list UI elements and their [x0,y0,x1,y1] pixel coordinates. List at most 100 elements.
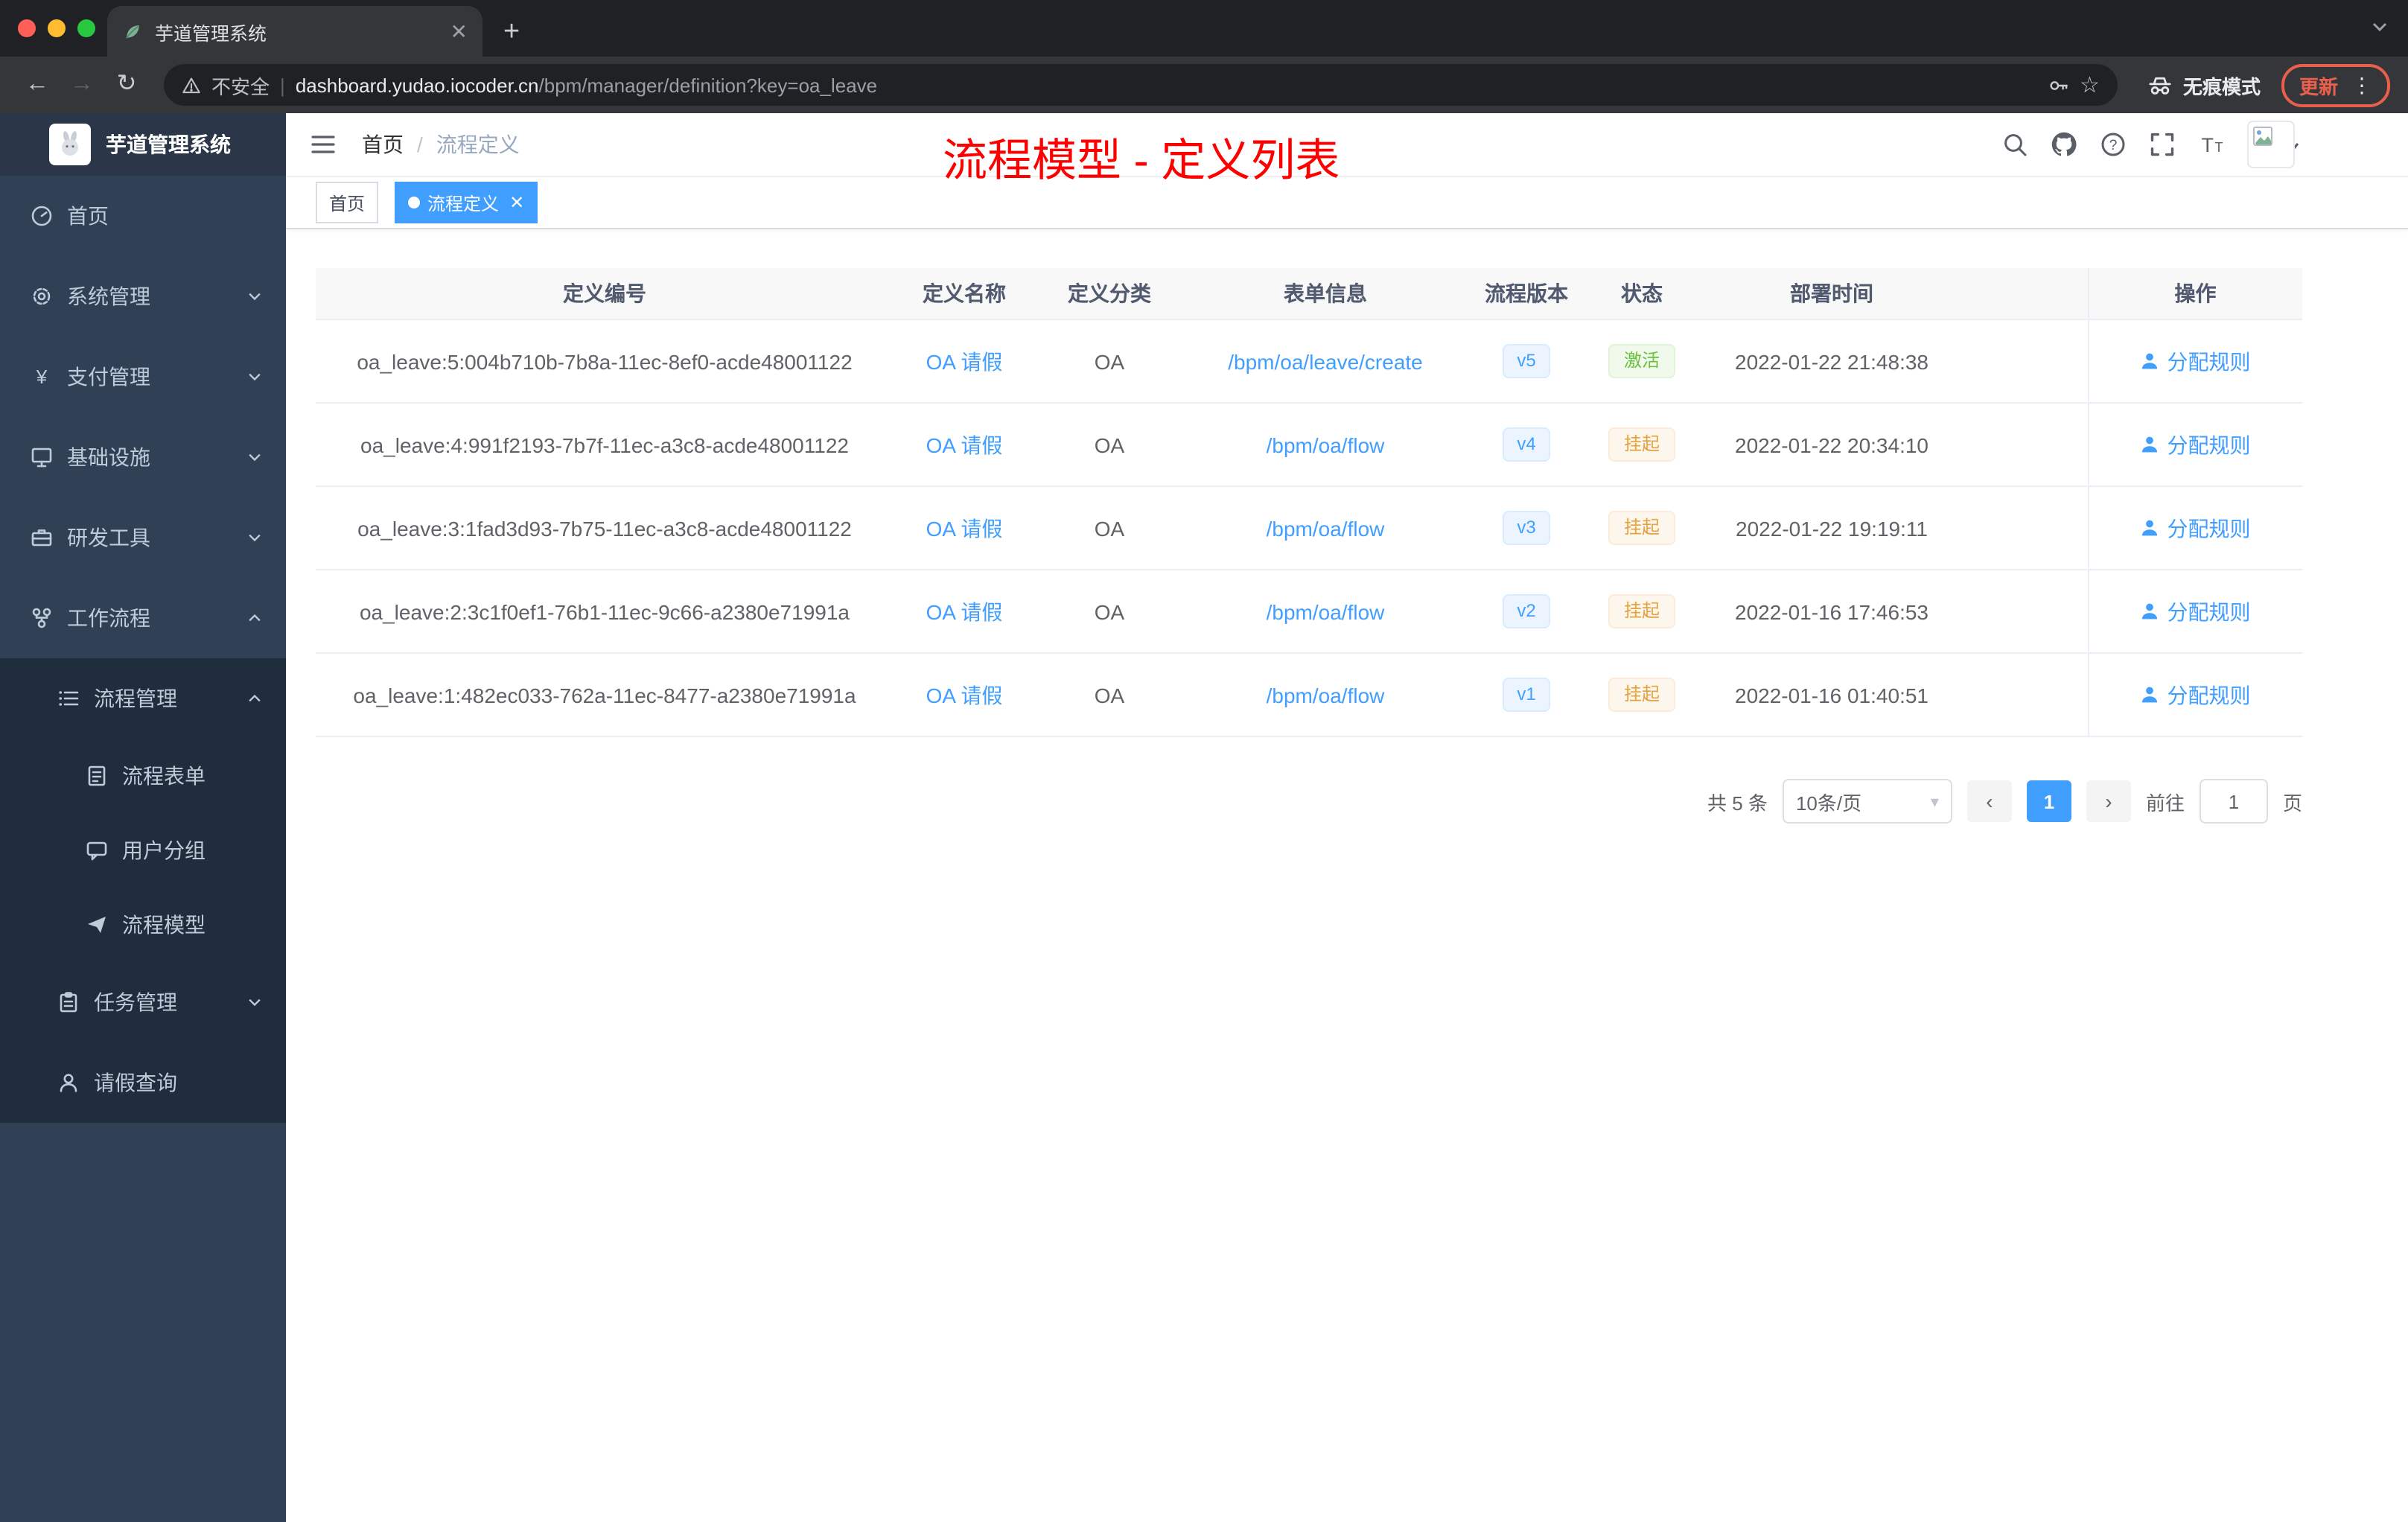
toolbox-icon [31,529,52,547]
version-tag: v2 [1502,594,1551,628]
tag-home[interactable]: 首页 [316,182,379,223]
reload-button[interactable]: ↻ [107,72,146,97]
password-key-icon[interactable] [2047,74,2069,96]
paper-plane-icon [88,917,106,933]
definition-name-link[interactable]: OA 请假 [926,516,1003,540]
next-page-button[interactable]: › [2086,780,2131,822]
total-count: 共 5 条 [1707,792,1768,814]
table-row: oa_leave:5:004b710b-7b8a-11ec-8ef0-acde4… [316,319,2302,404]
page-size-select[interactable]: 10条/页 ▾ [1782,779,1952,824]
assign-rule-button[interactable]: 分配规则 [2141,680,2251,710]
not-secure-icon [182,77,200,93]
sidebar-item-label: 任务管理 [94,990,177,1014]
sidebar: 芋道管理系统 首页 系统管理 ¥ 支付管理 基础设施 研发工具 工作流程 流程管… [0,113,286,1522]
user-avatar[interactable] [2247,121,2295,168]
goto-page-input[interactable] [2199,779,2268,824]
favicon-icon [126,25,139,39]
incognito-icon [2149,76,2171,94]
sidebar-item-process-form[interactable]: 流程表单 [0,739,286,813]
document-icon [88,765,106,786]
github-icon[interactable] [2051,131,2077,158]
cell-deploy-time: 2022-01-22 20:34:10 [1698,403,1966,487]
sidebar-item-workflow[interactable]: 工作流程 [0,578,286,658]
sidebar-item-dev-tools[interactable]: 研发工具 [0,497,286,578]
sidebar-item-payment[interactable]: ¥ 支付管理 [0,337,286,417]
search-icon[interactable] [2001,131,2028,158]
chevron-down-icon [249,453,261,462]
sidebar-logo[interactable]: 芋道管理系统 [0,113,286,176]
prev-page-button[interactable]: ‹ [1966,780,2012,822]
form-link[interactable]: /bpm/oa/flow [1267,683,1385,707]
col-form: 表单信息 [1184,268,1467,320]
rabbit-logo-icon [62,131,78,156]
main-area: 首页 / 流程定义 ? T T 首页 流程定义 ✕ 定义编号 定义名称 定义分类… [286,113,2408,1522]
sidebar-item-user-group[interactable]: 用户分组 [0,813,286,888]
forward-button[interactable]: → [63,72,101,97]
form-link[interactable]: /bpm/oa/flow [1267,433,1385,456]
window-controls [18,19,95,37]
tab-strip-chevron-icon[interactable] [2369,16,2390,37]
sidebar-item-label: 系统管理 [67,284,150,308]
update-browser-button[interactable]: 更新 ⋮ [2281,63,2390,106]
form-link[interactable]: /bpm/oa/flow [1267,599,1385,623]
sidebar-item-infrastructure[interactable]: 基础设施 [0,417,286,497]
font-size-icon[interactable]: T T [2198,131,2225,158]
sidebar-item-label: 用户分组 [122,838,206,862]
form-link[interactable]: /bpm/oa/flow [1267,516,1385,540]
tag-close-icon[interactable]: ✕ [509,192,524,213]
workflow-icon [32,608,51,628]
assign-rule-button[interactable]: 分配规则 [2141,346,2251,376]
bookmark-star-icon[interactable]: ☆ [2080,71,2100,98]
back-button[interactable]: ← [18,72,57,97]
breadcrumb-current: 流程定义 [436,133,520,156]
tab-close-icon[interactable]: ✕ [450,19,468,44]
definition-name-link[interactable]: OA 请假 [926,433,1003,456]
cell-category: OA [1035,570,1184,654]
sidebar-item-task-management[interactable]: 任务管理 [0,962,286,1042]
sidebar-item-home[interactable]: 首页 [0,176,286,256]
fullscreen-icon[interactable] [2149,131,2176,158]
cell-deploy-time: 2022-01-22 21:48:38 [1698,319,1966,404]
version-tag: v5 [1502,344,1551,378]
help-icon[interactable]: ? [2100,131,2127,158]
sidebar-item-process-model[interactable]: 流程模型 [0,888,286,962]
definition-name-link[interactable]: OA 请假 [926,599,1003,623]
sidebar-toggle-icon[interactable] [308,130,338,159]
sidebar-item-process-management[interactable]: 流程管理 [0,658,286,739]
version-tag: v1 [1502,678,1551,712]
form-link[interactable]: /bpm/oa/leave/create [1228,349,1423,373]
sidebar-item-label: 流程表单 [122,764,206,788]
security-label[interactable]: 不安全 [211,71,270,99]
definition-name-link[interactable]: OA 请假 [926,349,1003,373]
breadcrumb-home[interactable]: 首页 [362,130,404,159]
sidebar-item-label: 流程管理 [94,687,177,710]
new-tab-button[interactable]: + [503,18,520,46]
minimize-window-button[interactable] [48,19,66,37]
assign-rule-button[interactable]: 分配规则 [2141,430,2251,459]
cell-category: OA [1035,403,1184,487]
browser-menu-icon[interactable]: ⋮ [2351,72,2372,98]
col-filler [1966,268,2088,320]
table-row: oa_leave:1:482ec033-762a-11ec-8477-a2380… [316,653,2302,737]
clipboard-icon [60,992,77,1013]
sidebar-item-system[interactable]: 系统管理 [0,256,286,337]
table-header-row: 定义编号 定义名称 定义分类 表单信息 流程版本 状态 部署时间 操作 [316,268,2302,320]
sidebar-item-label: 请假查询 [94,1071,177,1095]
close-window-button[interactable] [18,19,36,37]
browser-tab[interactable]: 芋道管理系统 ✕ [107,6,482,57]
url-bar[interactable]: 不安全 | dashboard.yudao.iocoder.cn/bpm/man… [164,64,2118,106]
tag-label: 流程定义 [427,193,500,214]
page-number-button[interactable]: 1 [2026,780,2071,822]
chevron-up-icon [249,694,261,702]
svg-text:T: T [2215,140,2223,155]
col-action: 操作 [2087,268,2302,320]
sidebar-item-leave-query[interactable]: 请假查询 [0,1042,286,1123]
assign-rule-button[interactable]: 分配规则 [2141,513,2251,543]
sidebar-menu: 首页 系统管理 ¥ 支付管理 基础设施 研发工具 工作流程 流程管理 流程表单 … [0,176,286,1123]
zoom-window-button[interactable] [77,19,95,37]
assign-rule-button[interactable]: 分配规则 [2141,596,2251,626]
tag-process-definition[interactable]: 流程定义 ✕ [395,182,538,223]
cell-category: OA [1035,319,1184,404]
navbar: 首页 / 流程定义 ? T T [286,113,2408,177]
definition-name-link[interactable]: OA 请假 [926,683,1003,707]
